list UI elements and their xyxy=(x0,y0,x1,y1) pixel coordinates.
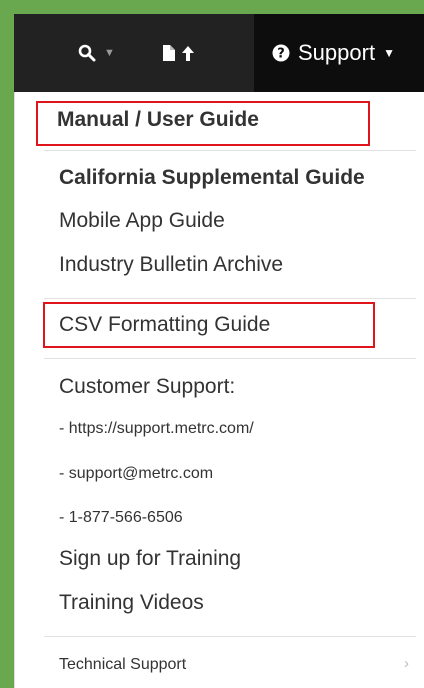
support-label: Support xyxy=(298,40,376,65)
chevron-down-icon: ▼ xyxy=(104,47,115,59)
search-icon xyxy=(78,44,96,62)
menu-item-industry-bulletin[interactable]: Industry Bulletin Archive xyxy=(59,253,283,277)
file-upload-icon xyxy=(163,45,194,61)
support-phone-text: - 1-877-566-6506 xyxy=(59,509,183,526)
menu-divider xyxy=(44,358,416,359)
chevron-down-icon: ▼ xyxy=(383,46,395,60)
green-highlight-frame: ▼ ? Support ▼ Manual / User Guide Califo… xyxy=(0,0,424,688)
menu-item-mobile-app-guide[interactable]: Mobile App Guide xyxy=(59,209,225,233)
upload-file-button[interactable] xyxy=(162,14,196,92)
chevron-right-icon: › xyxy=(404,655,409,672)
search-menu-toggle[interactable]: ▼ xyxy=(78,14,115,92)
svg-text:?: ? xyxy=(277,47,285,62)
menu-item-manual[interactable]: Manual / User Guide xyxy=(57,108,259,132)
question-circle-icon: ? xyxy=(272,44,290,62)
support-dropdown-menu: Manual / User Guide California Supplemen… xyxy=(14,92,424,688)
menu-item-technical-support[interactable]: Technical Support xyxy=(59,656,186,674)
menu-divider xyxy=(44,298,416,299)
support-email-link[interactable]: - support@metrc.com xyxy=(59,465,213,483)
top-navbar: ▼ ? Support ▼ xyxy=(14,14,424,92)
menu-item-csv-guide[interactable]: CSV Formatting Guide xyxy=(59,313,270,337)
support-menu-toggle[interactable]: ? Support ▼ xyxy=(254,14,424,92)
customer-support-heading: Customer Support: xyxy=(59,375,236,398)
support-url-link[interactable]: - https://support.metrc.com/ xyxy=(59,420,254,438)
menu-item-training-videos[interactable]: Training Videos xyxy=(59,591,204,615)
menu-divider xyxy=(44,150,416,151)
menu-item-training-signup[interactable]: Sign up for Training xyxy=(59,547,241,571)
menu-item-california-guide[interactable]: California Supplemental Guide xyxy=(59,166,365,190)
menu-divider xyxy=(44,636,416,637)
